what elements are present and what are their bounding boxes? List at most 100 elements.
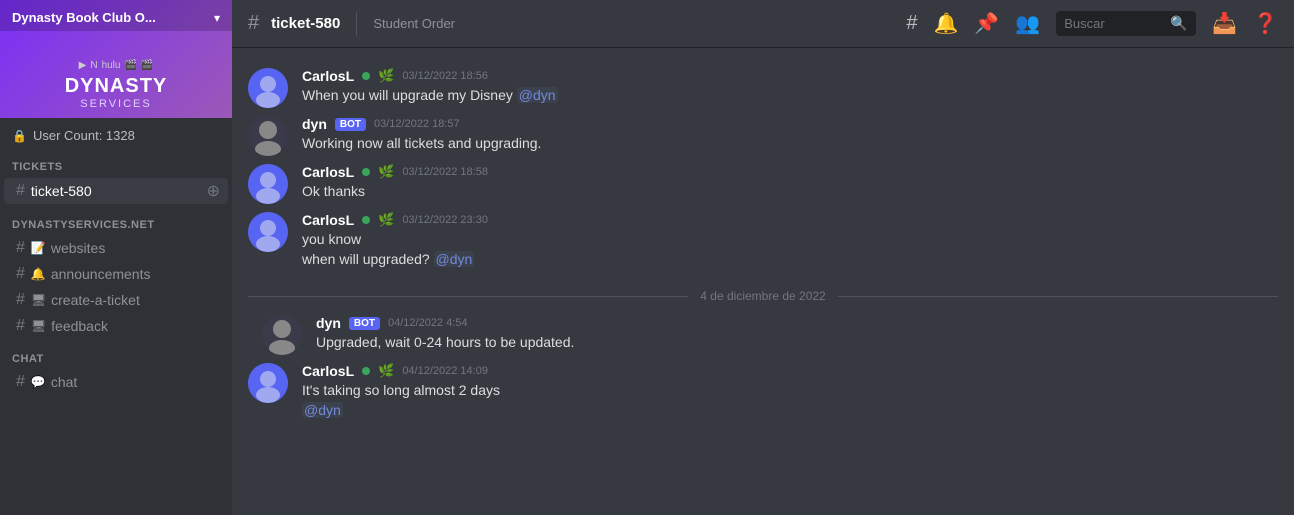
topbar-subtitle: Student Order bbox=[373, 16, 455, 31]
message-text: It's taking so long almost 2 days @dyn bbox=[302, 381, 1278, 420]
message-line1: you know bbox=[302, 231, 361, 247]
topbar-actions: # 🔔 📌 👥 🔍 📥 ❓ bbox=[906, 11, 1278, 36]
boost-icon: 🌿 bbox=[378, 212, 394, 228]
hash-icon: # bbox=[16, 373, 25, 391]
channel-chat[interactable]: # 💬 chat bbox=[4, 370, 228, 394]
channel-name: ticket-580 bbox=[31, 183, 92, 199]
message-timestamp: 03/12/2022 23:30 bbox=[402, 214, 488, 226]
members-icon[interactable]: 👥 bbox=[1015, 11, 1040, 36]
message-header: dyn BOT 03/12/2022 18:57 bbox=[302, 116, 1278, 132]
website-emoji: 📝 bbox=[31, 241, 46, 255]
message-header: CarlosL 🌿 03/12/2022 23:30 bbox=[302, 212, 1278, 228]
hash-icon: # bbox=[16, 317, 25, 335]
lock-icon: 🔒 bbox=[12, 129, 27, 143]
user-count-label: User Count: 1328 bbox=[33, 128, 135, 143]
hash-icon: # bbox=[16, 239, 25, 257]
message-header: CarlosL 🌿 03/12/2022 18:56 bbox=[302, 68, 1278, 84]
chevron-down-icon: ▾ bbox=[214, 11, 220, 25]
search-input[interactable] bbox=[1064, 16, 1164, 31]
messages-area: CarlosL 🌿 03/12/2022 18:56 When you will… bbox=[232, 48, 1294, 515]
bell-icon[interactable]: 🔔 bbox=[933, 11, 958, 36]
message-text: Working now all tickets and upgrading. bbox=[302, 134, 1278, 154]
channel-feedback[interactable]: # 🖥 feedback bbox=[4, 314, 228, 338]
date-line-right bbox=[838, 296, 1278, 297]
bot-badge: BOT bbox=[335, 118, 366, 131]
message-author: CarlosL bbox=[302, 68, 354, 84]
hash-icon: # bbox=[16, 182, 25, 200]
status-dot bbox=[362, 72, 370, 80]
message-author: dyn bbox=[302, 116, 327, 132]
message-text: When you will upgrade my Disney @dyn bbox=[302, 86, 1278, 106]
message-group: CarlosL 🌿 03/12/2022 18:56 When you will… bbox=[232, 64, 1294, 112]
status-dot bbox=[362, 367, 370, 375]
inbox-icon[interactable]: 📥 bbox=[1212, 11, 1237, 36]
hash-icon: # bbox=[16, 291, 25, 309]
channel-ticket-580[interactable]: # ticket-580 ⊕ bbox=[4, 178, 228, 204]
sidebar: Dynasty Book Club O... ▾ ▶Nhulu🎬🎬 DYNAST… bbox=[0, 0, 232, 515]
avatar bbox=[248, 212, 288, 252]
message-text: Ok thanks bbox=[302, 182, 1278, 202]
server-header[interactable]: Dynasty Book Club O... ▾ ▶Nhulu🎬🎬 DYNAST… bbox=[0, 0, 232, 118]
message-author: CarlosL bbox=[302, 212, 354, 228]
date-line-left bbox=[248, 296, 688, 297]
channel-name: websites bbox=[51, 240, 105, 256]
mention: @dyn bbox=[434, 251, 475, 267]
channel-name: feedback bbox=[51, 318, 108, 334]
bot-badge: BOT bbox=[349, 317, 380, 330]
date-text: 4 de diciembre de 2022 bbox=[700, 289, 825, 303]
message-group: dyn BOT 03/12/2022 18:57 Working now all… bbox=[232, 112, 1294, 160]
topbar: # ticket-580 Student Order # 🔔 📌 👥 🔍 📥 ❓ bbox=[232, 0, 1294, 48]
user-count: 🔒 User Count: 1328 bbox=[0, 118, 232, 147]
message-header: CarlosL 🌿 04/12/2022 14:09 bbox=[302, 363, 1278, 379]
message-group: CarlosL 🌿 03/12/2022 18:58 Ok thanks bbox=[232, 160, 1294, 208]
message-group: CarlosL 🌿 04/12/2022 14:09 It's taking s… bbox=[232, 359, 1294, 424]
server-sub: SERVICES bbox=[80, 98, 151, 110]
message-group: ↩ ◀ 🔗 ID dyn BOT 04/12/2022 4:54 bbox=[232, 311, 1294, 359]
server-logos: ▶Nhulu🎬🎬 bbox=[79, 60, 154, 71]
message-author: dyn bbox=[316, 315, 341, 331]
message-timestamp: 03/12/2022 18:56 bbox=[402, 70, 488, 82]
channel-create-a-ticket[interactable]: # 🖥 create-a-ticket bbox=[4, 288, 228, 312]
section-dynastyservices: DYNASTYSERVICES.NET bbox=[0, 205, 232, 235]
message-content: dyn BOT 03/12/2022 18:57 Working now all… bbox=[302, 116, 1278, 156]
channel-announcements[interactable]: # 🔔 announcements bbox=[4, 262, 228, 286]
ticket-emoji: 🖥 bbox=[31, 293, 46, 307]
message-header: CarlosL 🌿 03/12/2022 18:58 bbox=[302, 164, 1278, 180]
message-timestamp: 04/12/2022 14:09 bbox=[402, 365, 488, 377]
date-divider: 4 de diciembre de 2022 bbox=[232, 273, 1294, 311]
message-line1: It's taking so long almost 2 days bbox=[302, 382, 500, 398]
bell-emoji: 🔔 bbox=[31, 267, 46, 281]
avatar bbox=[248, 116, 288, 156]
search-box[interactable]: 🔍 bbox=[1056, 11, 1196, 36]
avatar bbox=[248, 164, 288, 204]
channel-name: chat bbox=[51, 374, 77, 390]
avatar bbox=[248, 363, 288, 403]
channel-websites[interactable]: # 📝 websites bbox=[4, 236, 228, 260]
search-icon: 🔍 bbox=[1170, 15, 1187, 32]
message-content: CarlosL 🌿 03/12/2022 18:56 When you will… bbox=[302, 68, 1278, 108]
message-text: you know when will upgraded? @dyn bbox=[302, 230, 1278, 269]
message-author: CarlosL bbox=[302, 164, 354, 180]
boost-icon: 🌿 bbox=[378, 68, 394, 84]
server-brand: DYNASTY bbox=[65, 75, 168, 98]
avatar bbox=[262, 315, 302, 355]
section-tickets: TICKETS bbox=[0, 147, 232, 177]
hash-action-icon[interactable]: # bbox=[906, 12, 917, 35]
boost-icon: 🌿 bbox=[378, 363, 394, 379]
message-content: dyn BOT 04/12/2022 4:54 Upgraded, wait 0… bbox=[316, 315, 1278, 355]
feedback-emoji: 🖥 bbox=[31, 319, 46, 333]
mention: @dyn bbox=[517, 87, 558, 103]
message-header: dyn BOT 04/12/2022 4:54 bbox=[316, 315, 1278, 331]
channel-name: create-a-ticket bbox=[51, 292, 140, 308]
main-content: # ticket-580 Student Order # 🔔 📌 👥 🔍 📥 ❓ bbox=[232, 0, 1294, 515]
avatar bbox=[248, 68, 288, 108]
message-content: CarlosL 🌿 04/12/2022 14:09 It's taking s… bbox=[302, 363, 1278, 420]
topbar-channel-name: ticket-580 bbox=[271, 15, 340, 32]
message-content: CarlosL 🌿 03/12/2022 18:58 Ok thanks bbox=[302, 164, 1278, 204]
pin-icon[interactable]: 📌 bbox=[974, 11, 999, 36]
channel-name: announcements bbox=[51, 266, 151, 282]
hash-icon: # bbox=[16, 265, 25, 283]
help-icon[interactable]: ❓ bbox=[1253, 11, 1278, 36]
add-icon[interactable]: ⊕ bbox=[207, 181, 220, 201]
message-text: Upgraded, wait 0-24 hours to be updated. bbox=[316, 333, 1278, 353]
